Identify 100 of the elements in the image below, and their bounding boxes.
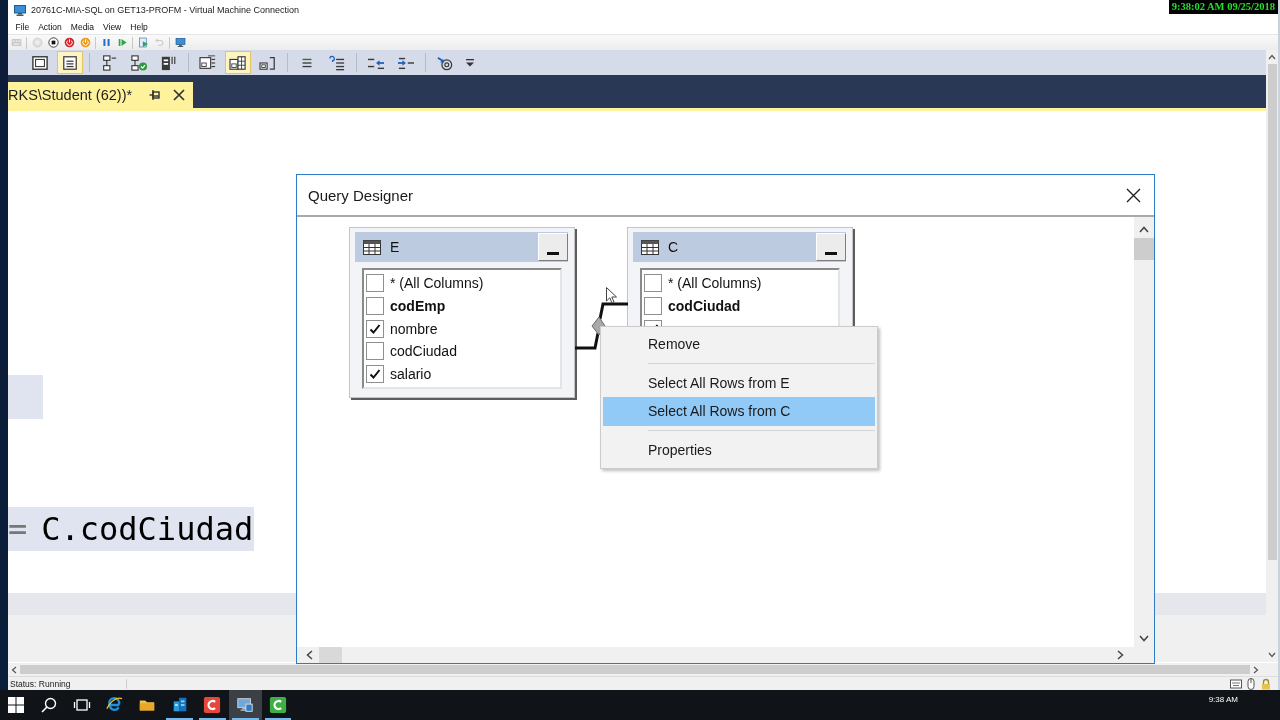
pause-icon [100, 37, 112, 48]
question-lines-icon [328, 54, 346, 71]
tab-label: RKS\Student (62))* [8, 87, 134, 103]
table-header[interactable]: C [633, 232, 846, 262]
undo-icon [153, 37, 165, 48]
toolbar-button[interactable] [225, 51, 251, 74]
power-icon [63, 37, 75, 48]
minimize-icon [825, 252, 837, 255]
chevron-left-icon [11, 665, 17, 674]
horizontal-scrollbar[interactable] [297, 647, 1154, 663]
chevron-down-icon [1139, 635, 1149, 642]
scroll-thumb[interactable] [1134, 238, 1154, 260]
minimize-button[interactable] [816, 233, 846, 261]
column-name: codCiudad [390, 343, 457, 360]
ring-app-icon [268, 696, 287, 714]
menu-item[interactable]: Media [66, 22, 99, 32]
checkbox[interactable] [644, 274, 662, 293]
menu-item[interactable]: Select All Rows from C [603, 397, 875, 426]
cursor-icon [606, 287, 617, 304]
column-name: salario [390, 366, 432, 383]
stop-icon [47, 37, 59, 48]
monitor-icon [14, 4, 26, 16]
menu-item[interactable]: Action [33, 22, 67, 32]
monitor-icon [174, 37, 186, 48]
play-icon [116, 37, 128, 48]
chevron-right-icon [1117, 650, 1124, 660]
toolbar-button[interactable] [45, 35, 61, 50]
chevron-down-icon [1268, 652, 1276, 658]
menu-item[interactable]: Properties [603, 435, 875, 464]
monitor-icon [236, 696, 255, 714]
bracket-icon [259, 54, 277, 71]
chevron-right-icon [1253, 665, 1259, 674]
caret-icon [466, 58, 474, 67]
column-name: codCiudad [668, 298, 741, 315]
chevron-up-icon [1268, 54, 1276, 60]
chevron-up-icon [1139, 226, 1149, 233]
checkbox[interactable] [366, 342, 384, 361]
horizontal-scrollbar[interactable] [8, 662, 1278, 676]
power-icon [79, 37, 91, 48]
grid-icon [229, 54, 247, 71]
minimize-button[interactable] [538, 233, 568, 261]
table-icon [363, 239, 381, 255]
mouse-icon [1245, 677, 1257, 690]
status-text: Status: Running [8, 678, 127, 689]
checkbox[interactable] [366, 319, 384, 338]
document-tab[interactable]: RKS\Student (62))* [8, 82, 193, 108]
pin-icon [149, 89, 161, 101]
checkbox[interactable] [644, 297, 662, 316]
table-node[interactable]: E * (All Columns) codEmp nombre codCiudad salario [349, 227, 575, 398]
scroll-thumb[interactable] [20, 665, 1250, 674]
lock-icon [1260, 677, 1272, 690]
check-icon [369, 368, 381, 381]
toolbar-button[interactable] [57, 51, 83, 74]
checkbox[interactable] [366, 297, 384, 316]
vertical-scrollbar[interactable] [1266, 50, 1278, 662]
minimize-icon [547, 252, 559, 255]
circle-icon [31, 37, 43, 48]
table-icon [160, 54, 178, 71]
join-connector[interactable] [573, 302, 630, 350]
taskbar-clock: 9:38 AM [1208, 695, 1238, 704]
keyboard-icon [10, 37, 22, 48]
check-icon [369, 322, 381, 335]
column-name: nombre [390, 320, 438, 337]
diagram-check-icon [130, 54, 148, 71]
column-name: * (All Columns) [390, 275, 484, 292]
column-name: * (All Columns) [668, 275, 762, 292]
chevron-left-icon [306, 650, 313, 660]
form-icon [31, 54, 49, 71]
checkbox[interactable] [366, 365, 384, 384]
ring-app-icon [203, 696, 222, 714]
column-name: codEmp [390, 298, 446, 315]
list-icon [61, 54, 79, 71]
keyboard-icon [1230, 677, 1242, 690]
close-icon [173, 89, 185, 101]
checkbox[interactable] [366, 274, 384, 293]
table-name: E [390, 239, 401, 255]
menu-item[interactable]: View [98, 22, 126, 32]
search-icon [40, 696, 59, 714]
window-title: 20761C-MIA-SQL on GET13-PROFM - Virtual Machine Connection [31, 5, 300, 15]
code-text: = [8, 510, 28, 548]
toolbar-button[interactable] [172, 35, 188, 50]
table-icon [641, 239, 659, 255]
diagram-icon [100, 54, 118, 71]
browser-icon [105, 696, 124, 714]
ring-arrow-icon [436, 54, 454, 71]
code-text: C.codCiudad [41, 510, 254, 548]
close-icon [1125, 187, 1141, 203]
menu-item[interactable]: Help [125, 22, 153, 32]
table-name: C [668, 239, 680, 255]
document-play-icon [137, 37, 149, 48]
table-header[interactable]: E [355, 232, 568, 262]
task-view-icon [72, 696, 91, 714]
scroll-thumb[interactable] [1267, 64, 1277, 560]
scroll-thumb[interactable] [319, 647, 342, 663]
taskbar-button[interactable] [228, 690, 262, 720]
recording-timestamp: 9:38:02 AM 09/25/2018 [1168, 0, 1278, 14]
dialog-title: Query Designer [308, 186, 414, 204]
start-icon [7, 696, 26, 714]
menu-item[interactable]: File [11, 22, 34, 32]
vertical-scrollbar[interactable] [1134, 217, 1154, 647]
